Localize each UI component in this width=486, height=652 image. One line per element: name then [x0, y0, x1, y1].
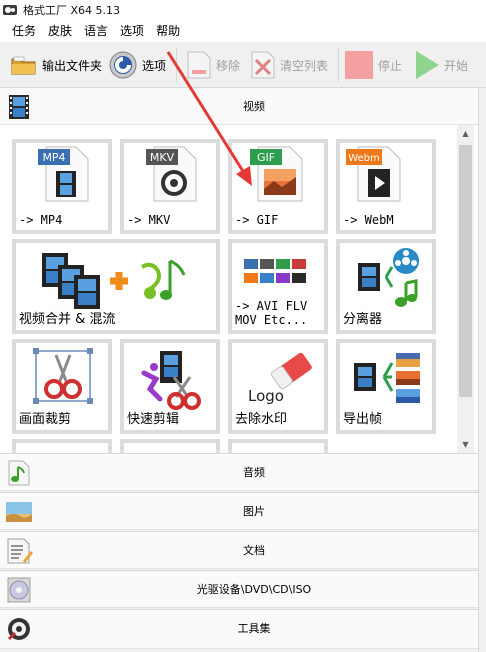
- remove-file-icon: [187, 51, 211, 79]
- output-folder-label: 输出文件夹: [42, 58, 103, 73]
- tile-video-merge[interactable]: 视频合并 & 混流: [12, 239, 220, 334]
- tile-quick-cut-label: 快速剪辑: [127, 412, 180, 427]
- export-frames-icon: [354, 353, 420, 403]
- tile-remove-watermark[interactable]: Logo 去除水印: [228, 339, 328, 434]
- clear-list-button[interactable]: 清空列表: [250, 42, 328, 88]
- svg-text:MP4: MP4: [42, 151, 65, 164]
- gif-file-icon: GIF: [250, 146, 303, 202]
- category-tools-label: 工具集: [237, 622, 271, 635]
- tile-to-mkv[interactable]: MKV -> MKV: [120, 139, 220, 234]
- vertical-scrollbar[interactable]: ▲ ▼: [457, 125, 474, 453]
- remove-button[interactable]: 移除: [186, 42, 240, 88]
- tile-to-webm[interactable]: Webm -> WebM: [336, 139, 436, 234]
- clear-list-icon: [251, 51, 275, 79]
- tile-splitter[interactable]: 分离器: [336, 239, 436, 334]
- tile-crop[interactable]: 画面裁剪: [12, 339, 112, 434]
- folder-icon: [11, 56, 36, 75]
- output-folder-button[interactable]: 输出文件夹: [10, 42, 102, 88]
- scroll-down-arrow-icon[interactable]: ▼: [457, 436, 474, 453]
- tile-to-webm-label: -> WebM: [343, 213, 394, 227]
- category-rom-device-label: 光驱设备\DVD\CD\ISO: [196, 583, 312, 596]
- webm-file-icon: Webm: [346, 146, 401, 202]
- menu-bar: 任务 皮肤 语言 选项 帮助: [0, 20, 486, 42]
- menu-skin[interactable]: 皮肤: [42, 20, 78, 42]
- toolbar: 输出文件夹 选项 移除 清空列表 停止 开始: [0, 42, 486, 88]
- merge-video-audio-icon: [42, 253, 186, 309]
- svg-text:MKV: MKV: [150, 151, 175, 164]
- scroll-up-arrow-icon[interactable]: ▲: [457, 125, 474, 142]
- play-icon: [416, 51, 439, 79]
- options-label: 选项: [142, 58, 167, 73]
- splitter-icon: [358, 248, 419, 307]
- start-button[interactable]: 开始: [414, 42, 468, 88]
- tile-to-gif[interactable]: GIF -> GIF: [228, 139, 328, 234]
- tile-partial[interactable]: [12, 439, 112, 453]
- tile-to-gif-label: -> GIF: [235, 213, 279, 227]
- stop-button[interactable]: 停止: [344, 42, 402, 88]
- gear-icon: [109, 51, 137, 79]
- tile-splitter-label: 分离器: [343, 312, 383, 327]
- start-label: 开始: [444, 58, 469, 73]
- remove-label: 移除: [216, 58, 241, 73]
- category-rom-device[interactable]: 光驱设备\DVD\CD\ISO: [0, 570, 478, 608]
- tile-to-mp4-label: -> MP4: [19, 213, 63, 227]
- quick-cut-icon: [141, 351, 201, 410]
- tile-quick-cut[interactable]: 快速剪辑: [120, 339, 220, 434]
- tile-crop-label: 画面裁剪: [19, 412, 72, 427]
- category-audio[interactable]: 音频: [0, 453, 478, 491]
- toolbar-separator: [338, 48, 339, 82]
- clear-list-label: 清空列表: [280, 58, 329, 73]
- menu-options[interactable]: 选项: [114, 20, 150, 42]
- category-tools[interactable]: 工具集: [0, 609, 478, 649]
- logo-text: Logo: [248, 387, 284, 405]
- options-button[interactable]: 选项: [108, 42, 166, 88]
- stop-label: 停止: [378, 58, 403, 73]
- tile-export-frames[interactable]: 导出帧: [336, 339, 436, 434]
- video-formats-icon: [244, 259, 306, 283]
- tile-video-merge-label: 视频合并 & 混流: [19, 312, 116, 327]
- crop-scissors-icon: [33, 348, 93, 404]
- tile-partial[interactable]: [228, 439, 328, 453]
- menu-language[interactable]: 语言: [78, 20, 114, 42]
- category-document-label: 文档: [243, 544, 265, 557]
- tile-to-avi-flv-mov[interactable]: -> AVI FLV MOV Etc...: [228, 239, 328, 334]
- category-picture[interactable]: 图片: [0, 492, 478, 530]
- menu-help[interactable]: 帮助: [150, 20, 186, 42]
- title-bar: 格式工厂 X64 5.13: [0, 0, 486, 20]
- video-tools-panel: MP4 -> MP4 MKV -> MKV GIF -> GIF Webm ->…: [0, 125, 478, 453]
- tile-partial[interactable]: [120, 439, 220, 453]
- category-audio-label: 音频: [243, 466, 265, 479]
- category-document[interactable]: 文档: [0, 531, 478, 569]
- window-right-edge: [478, 88, 486, 652]
- tile-to-mp4[interactable]: MP4 -> MP4: [12, 139, 112, 234]
- tile-to-avi-flv-mov-label: -> AVI FLV MOV Etc...: [235, 299, 308, 327]
- window-title: 格式工厂 X64 5.13: [23, 4, 121, 17]
- tile-remove-watermark-label: 去除水印: [235, 412, 288, 427]
- category-video-label: 视频: [243, 100, 265, 113]
- tile-to-mkv-label: -> MKV: [127, 213, 171, 227]
- eraser-icon: Logo: [248, 352, 312, 405]
- menu-task[interactable]: 任务: [0, 20, 42, 42]
- svg-text:Webm: Webm: [348, 153, 380, 164]
- svg-text:GIF: GIF: [257, 151, 275, 164]
- toolbar-separator: [176, 48, 177, 82]
- mp4-file-icon: MP4: [38, 146, 89, 202]
- mkv-file-icon: MKV: [146, 146, 197, 202]
- category-video[interactable]: 视频: [0, 87, 478, 125]
- tile-export-frames-label: 导出帧: [343, 412, 383, 427]
- format-factory-app-icon: [3, 5, 17, 15]
- category-picture-label: 图片: [243, 505, 265, 518]
- stop-icon: [345, 51, 373, 79]
- scrollbar-thumb[interactable]: [459, 145, 472, 397]
